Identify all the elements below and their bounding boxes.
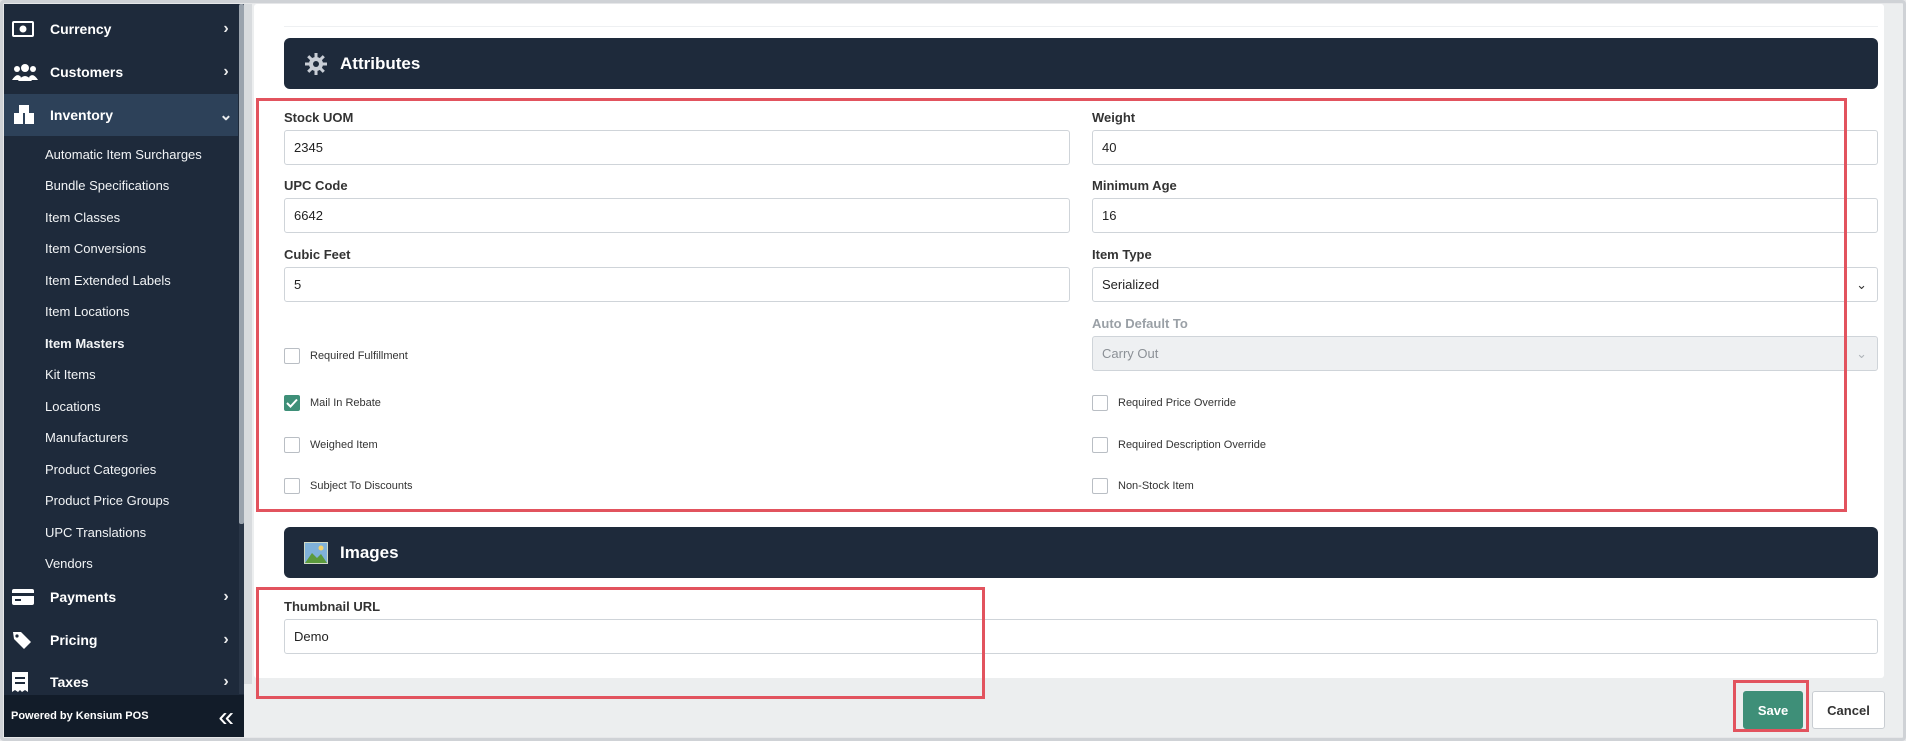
attributes-section-header: Attributes bbox=[284, 38, 1878, 89]
powered-by-text: Powered by Kensium POS bbox=[11, 710, 149, 722]
thumbnail-url-input[interactable] bbox=[284, 619, 1878, 654]
chevron-right-icon: › bbox=[223, 673, 229, 690]
sidebar-subitem[interactable]: Locations bbox=[45, 399, 101, 414]
sidebar-subitem[interactable]: Item Classes bbox=[45, 210, 120, 225]
checkbox-label: Required Fulfillment bbox=[310, 350, 408, 362]
sidebar: Currency › Customers › Inventory ⌄ Autom… bbox=[4, 4, 244, 737]
payments-icon bbox=[12, 586, 40, 608]
cubic-feet-label: Cubic Feet bbox=[284, 247, 351, 262]
sidebar-item-label: Currency bbox=[50, 21, 112, 37]
sidebar-subitem[interactable]: Automatic Item Surcharges bbox=[45, 147, 202, 162]
stock-uom-label: Stock UOM bbox=[284, 110, 354, 125]
inventory-icon bbox=[12, 104, 40, 126]
sidebar-item-currency[interactable]: Currency › bbox=[4, 8, 238, 50]
sidebar-item-label: Customers bbox=[50, 64, 124, 80]
minimum-age-label: Minimum Age bbox=[1092, 178, 1177, 193]
stock-uom-input[interactable] bbox=[284, 130, 1070, 165]
gear-icon bbox=[304, 52, 328, 76]
main-content: Attributes Stock UOM UPC Code Cubic Feet… bbox=[244, 4, 1903, 737]
customers-icon bbox=[12, 61, 40, 83]
checkbox-label: Subject To Discounts bbox=[310, 480, 413, 492]
weighed-item-checkbox[interactable]: Weighed Item bbox=[284, 437, 378, 453]
collapse-sidebar-icon[interactable]: « bbox=[218, 701, 234, 733]
sidebar-item-customers[interactable]: Customers › bbox=[4, 51, 238, 93]
chevron-right-icon: › bbox=[223, 631, 229, 648]
required-fulfillment-checkbox[interactable]: Required Fulfillment bbox=[284, 348, 408, 364]
chevron-down-icon: ⌄ bbox=[1856, 346, 1867, 361]
checkbox-box-checked[interactable] bbox=[284, 395, 300, 411]
sidebar-subitem[interactable]: Kit Items bbox=[45, 367, 96, 382]
auto-default-to-label: Auto Default To bbox=[1092, 316, 1188, 331]
checkmark-icon bbox=[286, 398, 298, 408]
weight-label: Weight bbox=[1092, 110, 1136, 125]
minimum-age-input[interactable] bbox=[1092, 198, 1878, 233]
checkbox-label: Non-Stock Item bbox=[1118, 480, 1194, 492]
sidebar-subitem[interactable]: Item Extended Labels bbox=[45, 273, 171, 288]
chevron-right-icon: › bbox=[223, 63, 229, 80]
weight-input[interactable] bbox=[1092, 130, 1878, 165]
sidebar-item-inventory[interactable]: Inventory ⌄ bbox=[4, 94, 238, 136]
checkbox-label: Required Description Override bbox=[1118, 439, 1266, 451]
taxes-icon bbox=[12, 671, 40, 693]
chevron-down-icon: ⌄ bbox=[1856, 277, 1867, 292]
sidebar-subitem[interactable]: UPC Translations bbox=[45, 525, 146, 540]
section-title: Attributes bbox=[340, 53, 421, 73]
sidebar-footer: Powered by Kensium POS « bbox=[4, 695, 244, 737]
thumbnail-url-label: Thumbnail URL bbox=[284, 599, 381, 614]
subject-to-discounts-checkbox[interactable]: Subject To Discounts bbox=[284, 478, 413, 494]
checkbox-box[interactable] bbox=[284, 437, 300, 453]
sidebar-item-label: Pricing bbox=[50, 632, 98, 648]
pricing-icon bbox=[12, 629, 40, 651]
checkbox-label: Required Price Override bbox=[1118, 397, 1236, 409]
sidebar-subitem-active[interactable]: Item Masters bbox=[45, 336, 124, 351]
chevron-right-icon: › bbox=[223, 20, 229, 37]
checkbox-box[interactable] bbox=[284, 478, 300, 494]
sidebar-subitem[interactable]: Product Price Groups bbox=[45, 493, 169, 508]
sidebar-item-label: Payments bbox=[50, 589, 117, 605]
sidebar-subitem[interactable]: Vendors bbox=[45, 556, 93, 571]
upc-code-input[interactable] bbox=[284, 198, 1070, 233]
item-type-label: Item Type bbox=[1092, 247, 1152, 262]
checkbox-box[interactable] bbox=[1092, 437, 1108, 453]
checkbox-box[interactable] bbox=[284, 348, 300, 364]
sidebar-item-payments[interactable]: Payments › bbox=[4, 576, 238, 618]
mail-in-rebate-checkbox[interactable]: Mail In Rebate bbox=[284, 395, 381, 411]
sidebar-subitem[interactable]: Item Conversions bbox=[45, 241, 146, 256]
item-type-select[interactable]: Serialized ⌄ bbox=[1092, 267, 1878, 302]
form-card: Attributes Stock UOM UPC Code Cubic Feet… bbox=[254, 4, 1884, 678]
main-scrollbar[interactable] bbox=[244, 4, 252, 684]
sidebar-item-pricing[interactable]: Pricing › bbox=[4, 619, 238, 661]
save-button[interactable]: Save bbox=[1743, 691, 1803, 729]
checkbox-label: Weighed Item bbox=[310, 439, 378, 451]
required-description-override-checkbox[interactable]: Required Description Override bbox=[1092, 437, 1266, 453]
checkbox-box[interactable] bbox=[1092, 395, 1108, 411]
section-title: Images bbox=[340, 542, 399, 562]
cancel-button[interactable]: Cancel bbox=[1812, 691, 1885, 729]
images-section-header: Images bbox=[284, 527, 1878, 578]
upc-code-label: UPC Code bbox=[284, 178, 348, 193]
sidebar-subitem[interactable]: Bundle Specifications bbox=[45, 178, 169, 193]
currency-icon bbox=[12, 18, 40, 40]
image-icon bbox=[304, 541, 328, 565]
sidebar-subitem[interactable]: Manufacturers bbox=[45, 430, 128, 445]
chevron-down-icon: ⌄ bbox=[219, 107, 233, 124]
sidebar-subitem[interactable]: Product Categories bbox=[45, 462, 156, 477]
auto-default-to-value: Carry Out bbox=[1102, 346, 1159, 361]
non-stock-item-checkbox[interactable]: Non-Stock Item bbox=[1092, 478, 1194, 494]
sidebar-item-label: Taxes bbox=[50, 674, 89, 690]
sidebar-item-label: Inventory bbox=[50, 107, 114, 123]
item-type-value: Serialized bbox=[1102, 277, 1160, 292]
sidebar-subitem[interactable]: Item Locations bbox=[45, 304, 130, 319]
checkbox-label: Mail In Rebate bbox=[310, 397, 381, 409]
chevron-right-icon: › bbox=[223, 588, 229, 605]
checkbox-box[interactable] bbox=[1092, 478, 1108, 494]
required-price-override-checkbox[interactable]: Required Price Override bbox=[1092, 395, 1236, 411]
cubic-feet-input[interactable] bbox=[284, 267, 1070, 302]
auto-default-to-select: Carry Out ⌄ bbox=[1092, 336, 1878, 371]
